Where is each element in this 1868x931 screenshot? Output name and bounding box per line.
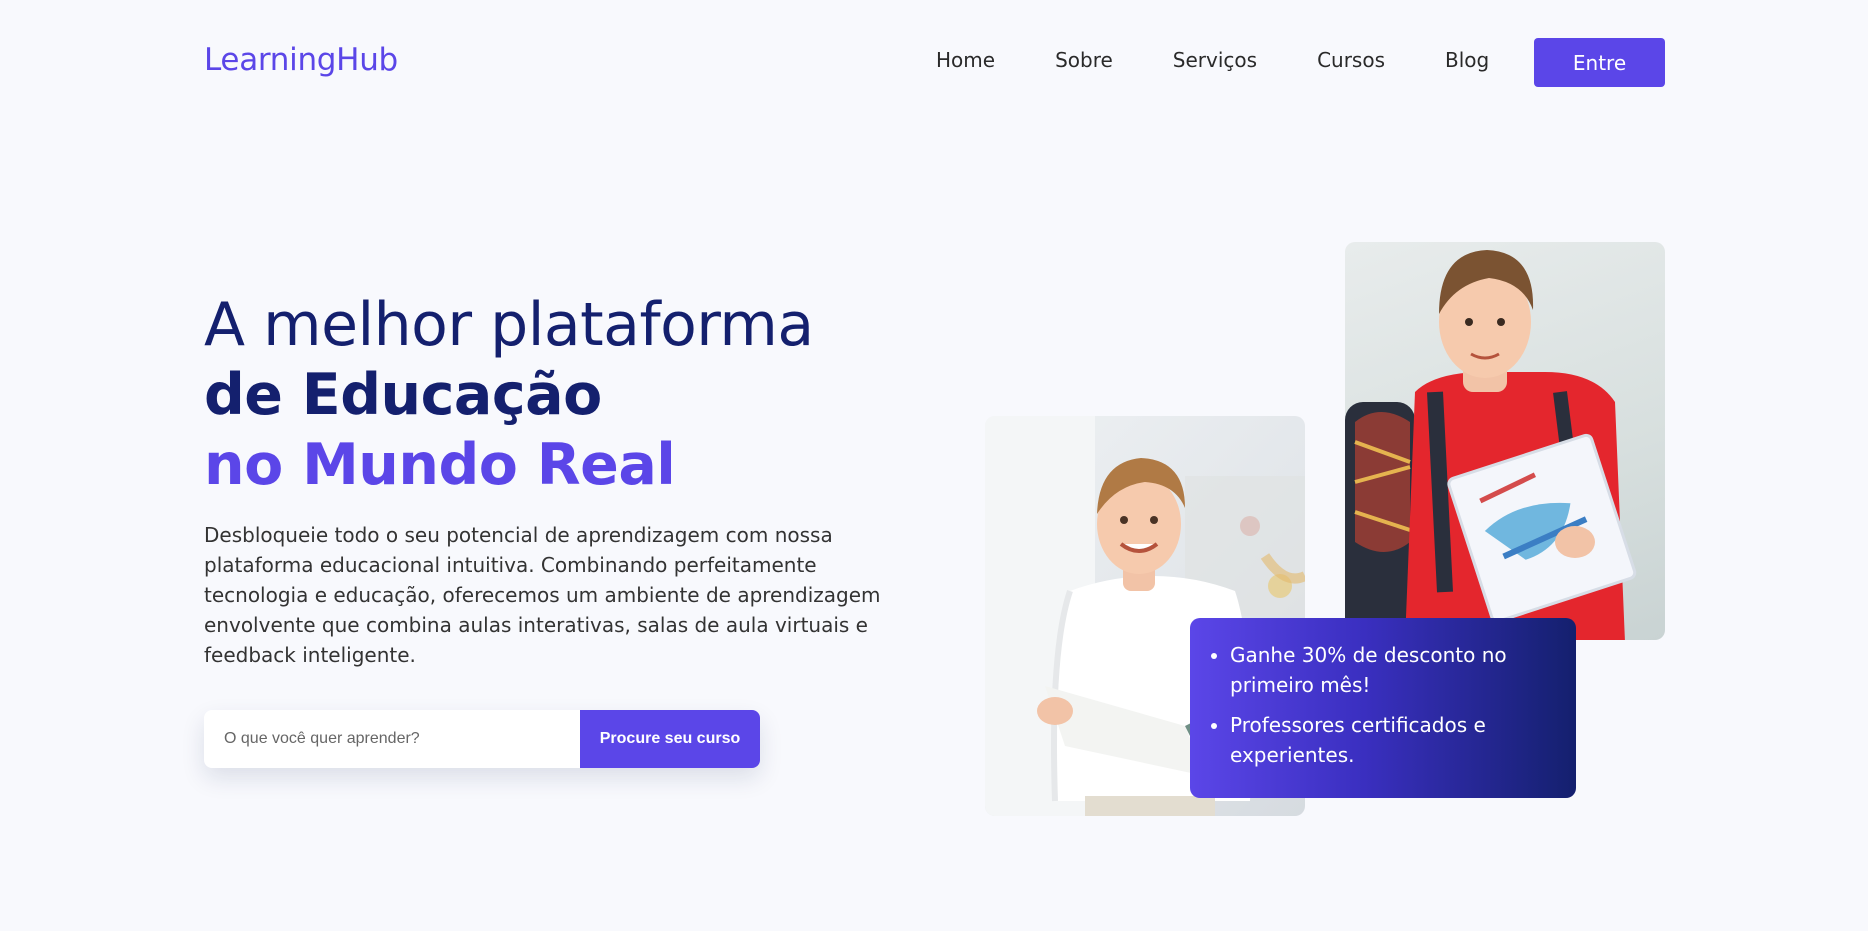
hero-title-line-1: A melhor plataforma bbox=[204, 290, 814, 360]
main-nav: Home Sobre Serviços Cursos Blog bbox=[936, 48, 1489, 72]
hero-description: Desbloqueie todo o seu potencial de apre… bbox=[204, 523, 881, 667]
nav-cursos[interactable]: Cursos bbox=[1317, 48, 1385, 72]
nav-blog[interactable]: Blog bbox=[1445, 48, 1489, 72]
nav-servicos[interactable]: Serviços bbox=[1173, 48, 1257, 72]
site-header: LearningHub Home Sobre Serviços Cursos B… bbox=[0, 0, 1868, 126]
promo-item-discount: Ganhe 30% de desconto no primeiro mês! bbox=[1230, 640, 1550, 700]
nav-sobre[interactable]: Sobre bbox=[1055, 48, 1113, 72]
boy-backpack-image bbox=[1345, 250, 1637, 640]
hero-title-line-3: no Mundo Real bbox=[204, 432, 676, 498]
promo-card: Ganhe 30% de desconto no primeiro mês! P… bbox=[1190, 618, 1576, 798]
logo[interactable]: LearningHub bbox=[204, 42, 398, 78]
search-button[interactable]: Procure seu curso bbox=[580, 710, 760, 768]
course-search: Procure seu curso bbox=[204, 710, 760, 768]
promo-list: Ganhe 30% de desconto no primeiro mês! P… bbox=[1210, 640, 1550, 770]
hero-title: A melhor plataforma de Educação no Mundo… bbox=[204, 290, 814, 500]
student-photo-backpack bbox=[1345, 242, 1665, 640]
search-input[interactable] bbox=[204, 710, 580, 768]
promo-item-teachers: Professores certificados e experientes. bbox=[1230, 710, 1550, 770]
login-button[interactable]: Entre bbox=[1534, 38, 1665, 87]
hero-title-line-2: de Educação bbox=[204, 362, 602, 428]
nav-home[interactable]: Home bbox=[936, 48, 995, 72]
